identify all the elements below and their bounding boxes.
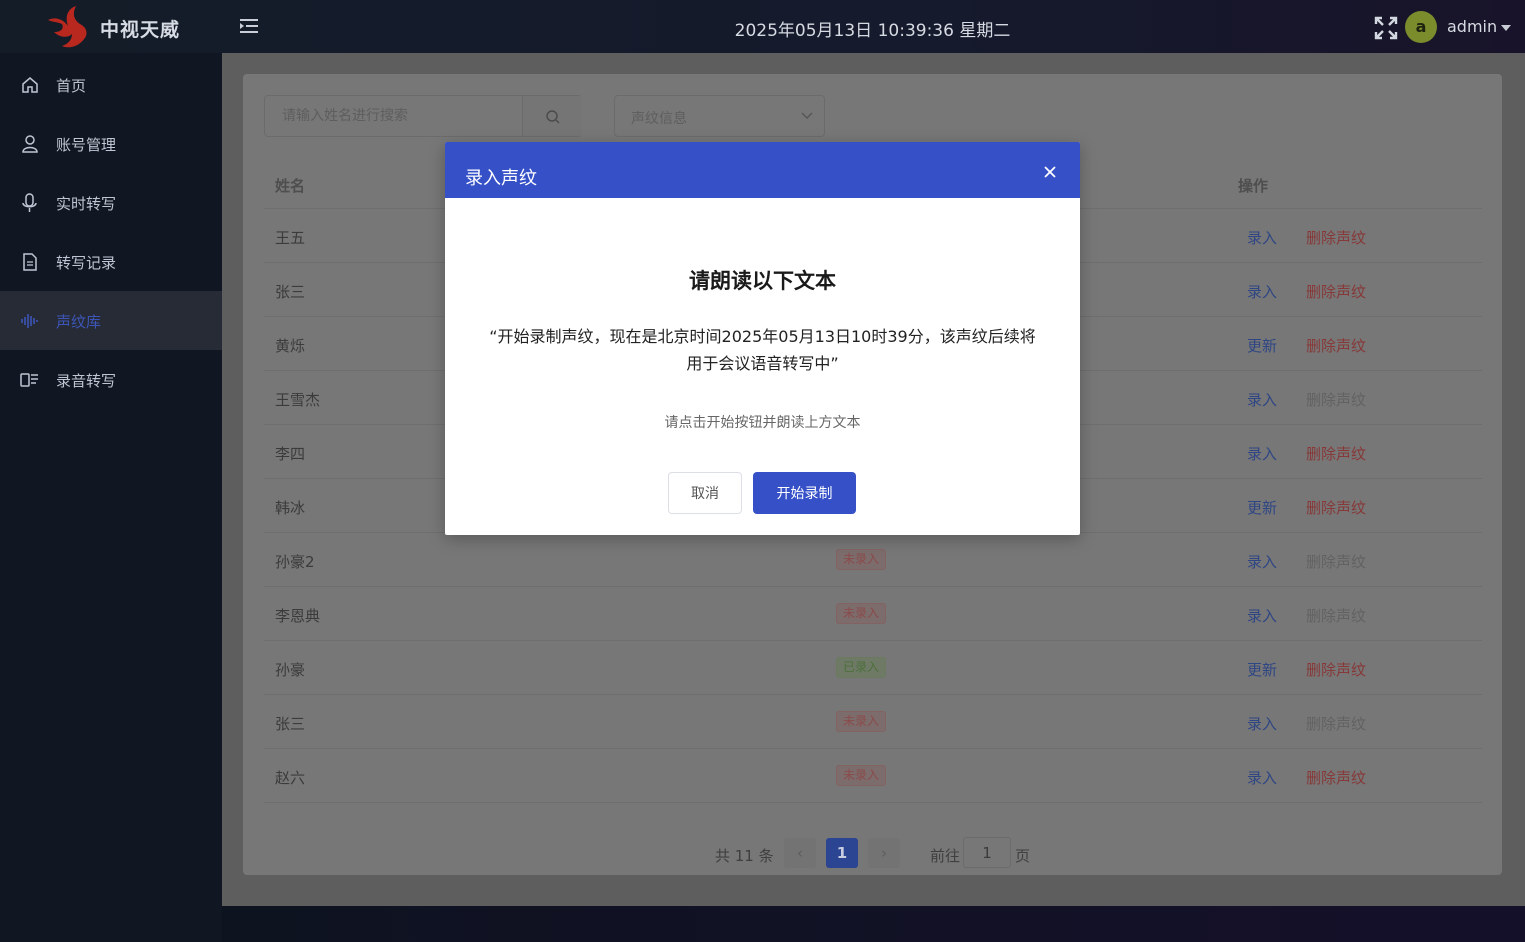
sidebar-item-home[interactable]: 首页 — [0, 55, 222, 114]
pagination-prev-button[interactable]: ‹ — [784, 838, 816, 868]
record-action-link[interactable]: 录入 — [1247, 551, 1277, 572]
record-action-link[interactable]: 录入 — [1247, 227, 1277, 248]
sidebar-item-voiceprint[interactable]: 声纹库 — [0, 291, 222, 350]
record-action-link[interactable]: 录入 — [1247, 281, 1277, 302]
footer-strip — [222, 906, 1525, 942]
cell-name: 赵六 — [275, 769, 306, 787]
home-icon — [22, 77, 38, 93]
pagination-page-suffix: 页 — [1015, 847, 1031, 865]
table-row: 李恩典 未录入 录入 删除声纹 — [264, 587, 1482, 641]
status-badge: 未录入 — [836, 711, 887, 732]
sidebar-item-realtime[interactable]: 实时转写 — [0, 173, 222, 232]
delete-voiceprint-link[interactable]: 删除声纹 — [1306, 605, 1366, 626]
table-row: 张三 未录入 录入 删除声纹 — [264, 695, 1482, 749]
column-header-name: 姓名 — [275, 177, 306, 195]
delete-voiceprint-link[interactable]: 删除声纹 — [1306, 767, 1366, 788]
record-action-link[interactable]: 录入 — [1247, 443, 1277, 464]
cell-name: 黄烁 — [275, 337, 306, 355]
menu-toggle-icon[interactable] — [238, 16, 260, 36]
cell-name: 王雪杰 — [275, 391, 321, 409]
cell-name: 张三 — [275, 715, 306, 733]
pagination-next-button[interactable]: › — [868, 838, 900, 868]
search-box — [264, 95, 582, 137]
microphone-icon — [22, 193, 37, 212]
dialog-title: 录入声纹 — [465, 168, 537, 189]
record-action-link[interactable]: 录入 — [1247, 767, 1277, 788]
delete-voiceprint-link[interactable]: 删除声纹 — [1306, 281, 1366, 302]
start-recording-button[interactable]: 开始录制 — [753, 472, 856, 514]
delete-voiceprint-link[interactable]: 删除声纹 — [1306, 227, 1366, 248]
record-action-link[interactable]: 更新 — [1247, 497, 1277, 518]
table-row: 孙豪 已录入 更新 删除声纹 — [264, 641, 1482, 695]
cancel-button[interactable]: 取消 — [668, 472, 742, 514]
document-icon — [23, 253, 37, 271]
cell-name: 张三 — [275, 283, 306, 301]
cell-name: 李恩典 — [275, 607, 321, 625]
sidebar-item-label: 首页 — [56, 77, 87, 95]
record-action-link[interactable]: 更新 — [1247, 659, 1277, 680]
sidebar-item-records[interactable]: 转写记录 — [0, 232, 222, 291]
dialog-heading: 请朗读以下文本 — [689, 269, 836, 293]
pagination-goto-input[interactable] — [963, 837, 1011, 868]
sidebar-item-label: 录音转写 — [56, 372, 117, 390]
sidebar: 首页 账号管理 实时转写 转写记录 声纹库 录音转写 — [0, 53, 222, 942]
table-row: 赵六 未录入 录入 删除声纹 — [264, 749, 1482, 803]
search-button[interactable] — [522, 96, 582, 136]
status-badge: 未录入 — [836, 603, 887, 624]
sidebar-item-label: 实时转写 — [56, 195, 117, 213]
cell-name: 韩冰 — [275, 499, 306, 517]
sidebar-item-label: 声纹库 — [56, 313, 102, 331]
select-value: 声纹信息 — [631, 111, 687, 127]
app-name: 中视天威 — [100, 19, 181, 41]
cell-name: 孙豪2 — [275, 553, 315, 571]
sidebar-item-label: 账号管理 — [56, 136, 117, 154]
waveform-icon — [21, 314, 38, 328]
search-icon — [546, 110, 560, 124]
dialog-header: 录入声纹 — [445, 142, 1080, 198]
chevron-down-icon — [801, 112, 813, 119]
sidebar-item-accounts[interactable]: 账号管理 — [0, 114, 222, 173]
dialog-hint: 请点击开始按钮并朗读上方文本 — [664, 415, 861, 431]
avatar[interactable]: a — [1405, 11, 1437, 43]
column-header-actions: 操作 — [1238, 177, 1269, 195]
table-row: 孙豪2 未录入 录入 删除声纹 — [264, 533, 1482, 587]
header-datetime: 2025年05月13日 10:39:36 星期二 — [734, 21, 1011, 41]
user-name[interactable]: admin — [1447, 17, 1497, 36]
record-action-link[interactable]: 录入 — [1247, 713, 1277, 734]
fullscreen-icon[interactable] — [1373, 15, 1399, 41]
record-action-link[interactable]: 录入 — [1247, 605, 1277, 626]
delete-voiceprint-link[interactable]: 删除声纹 — [1306, 497, 1366, 518]
sidebar-item-label: 转写记录 — [56, 254, 117, 272]
record-action-link[interactable]: 更新 — [1247, 335, 1277, 356]
delete-voiceprint-link[interactable]: 删除声纹 — [1306, 659, 1366, 680]
delete-voiceprint-link[interactable]: 删除声纹 — [1306, 713, 1366, 734]
pagination-total: 共 11 条 — [715, 847, 774, 865]
pagination-goto-label: 前往 — [930, 847, 961, 865]
pagination-page-button[interactable]: 1 — [826, 838, 858, 868]
user-icon — [22, 135, 38, 153]
delete-voiceprint-link[interactable]: 删除声纹 — [1306, 335, 1366, 356]
delete-voiceprint-link[interactable]: 删除声纹 — [1306, 443, 1366, 464]
status-badge: 已录入 — [836, 657, 887, 678]
dialog-read-text: “开始录制声纹，现在是北京时间2025年05月13日10时39分，该声纹后续将用… — [489, 327, 1036, 373]
logo-icon — [48, 6, 87, 48]
voiceprint-filter-select[interactable]: 声纹信息 — [614, 95, 825, 137]
cell-name: 李四 — [275, 445, 306, 463]
record-voiceprint-dialog: 录入声纹 请朗读以下文本 “开始录制声纹，现在是北京时间2025年05月13日1… — [445, 142, 1080, 535]
search-input[interactable] — [266, 97, 521, 135]
status-badge: 未录入 — [836, 549, 887, 570]
delete-voiceprint-link[interactable]: 删除声纹 — [1306, 389, 1366, 410]
delete-voiceprint-link[interactable]: 删除声纹 — [1306, 551, 1366, 572]
cell-name: 王五 — [275, 229, 306, 247]
cell-name: 孙豪 — [275, 661, 306, 679]
close-icon[interactable] — [1042, 164, 1058, 180]
caret-down-icon[interactable] — [1501, 25, 1511, 31]
top-header: 中视天威 2025年05月13日 10:39:36 星期二 a admin — [0, 0, 1525, 53]
sidebar-item-recording[interactable]: 录音转写 — [0, 350, 222, 409]
status-badge: 未录入 — [836, 765, 887, 786]
record-action-link[interactable]: 录入 — [1247, 389, 1277, 410]
recording-icon — [20, 373, 38, 387]
